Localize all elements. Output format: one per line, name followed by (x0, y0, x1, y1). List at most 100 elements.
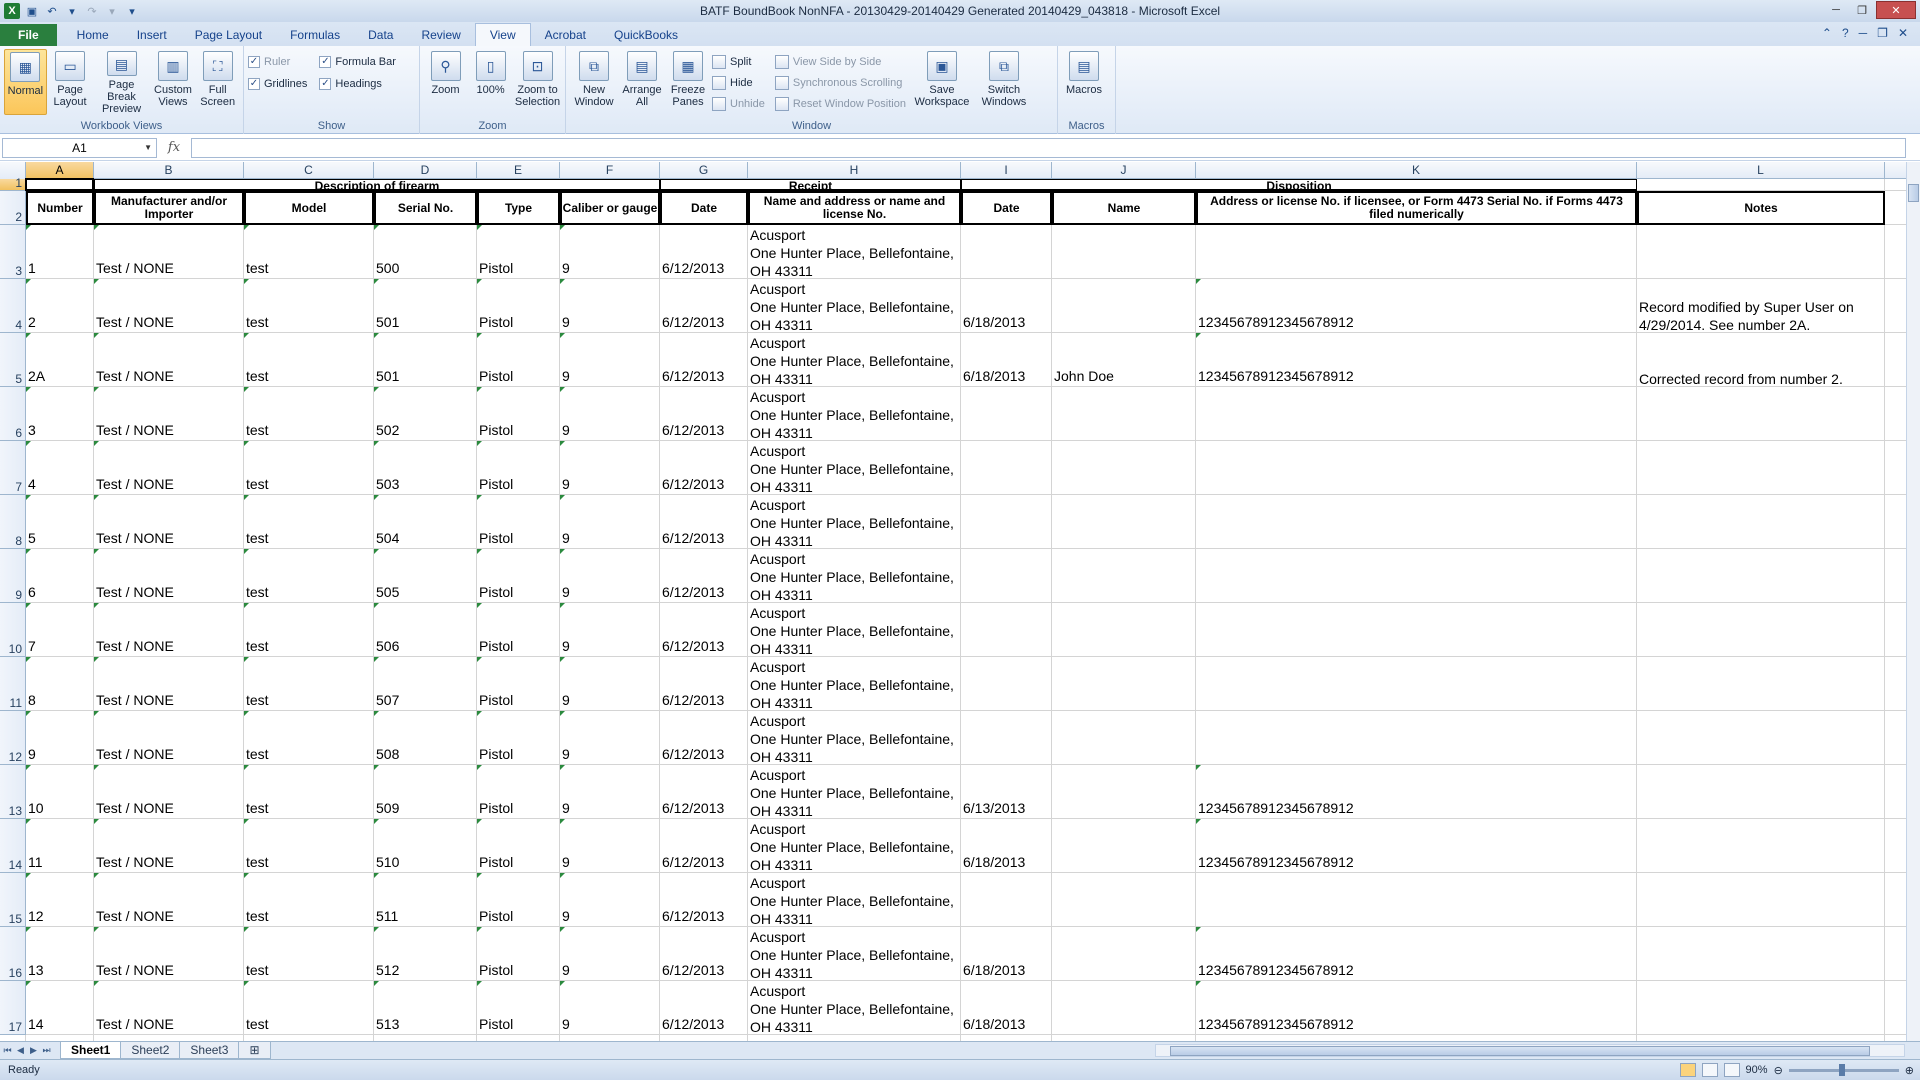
row-header-2[interactable]: 2 (0, 191, 26, 225)
cell-j5[interactable]: John Doe (1052, 367, 1196, 385)
cell-k14[interactable]: 12345678912345678912 (1196, 853, 1637, 871)
restore-icon[interactable]: ❐ (1850, 1, 1874, 19)
cell-d10[interactable]: 506 (374, 637, 477, 655)
cell-b5[interactable]: Test / NONE (94, 367, 244, 385)
cell-l4-line2[interactable]: 4/29/2014. See number 2A. (1637, 316, 1885, 334)
cell-f10[interactable]: 9 (560, 637, 660, 655)
cell-a15[interactable]: 12 (26, 907, 94, 925)
cell-b11[interactable]: Test / NONE (94, 691, 244, 709)
close-icon[interactable]: ✕ (1876, 1, 1916, 19)
cell-a6[interactable]: 3 (26, 421, 94, 439)
cell-h15-line1[interactable]: Acusport (748, 874, 961, 892)
cell-h8-line3[interactable]: OH 43311 (748, 532, 961, 550)
cell-h10-line2[interactable]: One Hunter Place, Bellefontaine, (748, 622, 961, 640)
worksheet-grid[interactable]: ABCDEFGHIJKL 1 2 Description of firearm Rec… (0, 162, 1906, 1041)
cell-e10[interactable]: Pistol (477, 637, 560, 655)
cell-h5-line2[interactable]: One Hunter Place, Bellefontaine, (748, 352, 961, 370)
cell-d12[interactable]: 508 (374, 745, 477, 763)
zoom-out-icon[interactable]: ⊖ (1774, 1064, 1783, 1077)
cell-a3[interactable]: 1 (26, 259, 94, 277)
cell-h11-line1[interactable]: Acusport (748, 658, 961, 676)
cell-h7-line3[interactable]: OH 43311 (748, 478, 961, 496)
cell-h14-line3[interactable]: OH 43311 (748, 856, 961, 874)
macros-button[interactable]: ▤ Macros (1062, 49, 1106, 115)
cell-h15-line2[interactable]: One Hunter Place, Bellefontaine, (748, 892, 961, 910)
row-header-14[interactable]: 14 (0, 819, 26, 873)
redo-icon[interactable]: ↷ (84, 3, 100, 19)
help-icon[interactable]: ? (1842, 26, 1849, 40)
formula-input[interactable] (191, 137, 1906, 158)
name-box-dropdown-icon[interactable]: ▼ (144, 143, 152, 152)
cell-h14-line2[interactable]: One Hunter Place, Bellefontaine, (748, 838, 961, 856)
cell-a9[interactable]: 6 (26, 583, 94, 601)
cell-h11-line3[interactable]: OH 43311 (748, 694, 961, 712)
synchronous-scrolling-button[interactable]: Synchronous Scrolling (774, 74, 906, 92)
arrange-all-button[interactable]: ▤ Arrange All (620, 49, 664, 115)
cell-a7[interactable]: 4 (26, 475, 94, 493)
cell-d17[interactable]: 513 (374, 1015, 477, 1033)
prev-sheet-icon[interactable]: ◀ (15, 1045, 26, 1056)
zoom-slider[interactable] (1788, 1063, 1899, 1076)
cell-a8[interactable]: 5 (26, 529, 94, 547)
cell-d7[interactable]: 503 (374, 475, 477, 493)
page-break-preview-button[interactable]: ▤ Page Break Preview (93, 49, 149, 115)
cell-g7[interactable]: 6/12/2013 (660, 475, 748, 493)
cell-b7[interactable]: Test / NONE (94, 475, 244, 493)
first-sheet-icon[interactable]: ⏮ (2, 1045, 13, 1056)
tab-view[interactable]: View (474, 23, 531, 46)
formula-bar-checkbox[interactable]: ✓ Formula Bar (319, 53, 396, 71)
cell-c4[interactable]: test (244, 313, 374, 331)
column-header-a[interactable]: A (26, 162, 94, 179)
cell-h4-line3[interactable]: OH 43311 (748, 316, 961, 334)
cell-f8[interactable]: 9 (560, 529, 660, 547)
sheet-tab-sheet3[interactable]: Sheet3 (179, 1042, 240, 1059)
cell-e6[interactable]: Pistol (477, 421, 560, 439)
cell-f15[interactable]: 9 (560, 907, 660, 925)
row-header-9[interactable]: 9 (0, 549, 26, 603)
cell-k16[interactable]: 12345678912345678912 (1196, 961, 1637, 979)
cell-h13-line3[interactable]: OH 43311 (748, 802, 961, 820)
cell-h4-line2[interactable]: One Hunter Place, Bellefontaine, (748, 298, 961, 316)
column-header-j[interactable]: J (1052, 162, 1196, 179)
selected-cell-a1[interactable] (25, 178, 94, 191)
cell-e13[interactable]: Pistol (477, 799, 560, 817)
sheet-tab-sheet2[interactable]: Sheet2 (120, 1042, 181, 1059)
column-header-k[interactable]: K (1196, 162, 1637, 179)
cell-h12-line1[interactable]: Acusport (748, 712, 961, 730)
cell-g6[interactable]: 6/12/2013 (660, 421, 748, 439)
row-header-10[interactable]: 10 (0, 603, 26, 657)
row-header-17[interactable]: 17 (0, 981, 26, 1035)
cell-h6-line1[interactable]: Acusport (748, 388, 961, 406)
cell-a5[interactable]: 2A (26, 367, 94, 385)
cell-h14-line1[interactable]: Acusport (748, 820, 961, 838)
cell-h3-line2[interactable]: One Hunter Place, Bellefontaine, (748, 244, 961, 262)
cell-l4-line1[interactable]: Record modified by Super User on (1637, 298, 1885, 316)
cell-f3[interactable]: 9 (560, 259, 660, 277)
cell-c8[interactable]: test (244, 529, 374, 547)
insert-sheet-icon[interactable]: ⊞ (238, 1042, 271, 1059)
cell-e9[interactable]: Pistol (477, 583, 560, 601)
minimize-icon[interactable]: ─ (1824, 1, 1848, 19)
cell-h12-line2[interactable]: One Hunter Place, Bellefontaine, (748, 730, 961, 748)
cell-h9-line1[interactable]: Acusport (748, 550, 961, 568)
cell-b13[interactable]: Test / NONE (94, 799, 244, 817)
split-button[interactable]: Split (712, 53, 765, 71)
cell-g17[interactable]: 6/12/2013 (660, 1015, 748, 1033)
cell-a12[interactable]: 9 (26, 745, 94, 763)
cell-h5-line1[interactable]: Acusport (748, 334, 961, 352)
gridlines-checkbox[interactable]: ✓ Gridlines (248, 75, 307, 93)
undo-icon[interactable]: ↶ (44, 3, 60, 19)
tab-insert[interactable]: Insert (123, 24, 181, 46)
column-header-h[interactable]: H (748, 162, 961, 179)
cell-f16[interactable]: 9 (560, 961, 660, 979)
cell-g3[interactable]: 6/12/2013 (660, 259, 748, 277)
workbook-close-icon[interactable]: ✕ (1898, 26, 1908, 40)
cell-k17[interactable]: 12345678912345678912 (1196, 1015, 1637, 1033)
cell-g14[interactable]: 6/12/2013 (660, 853, 748, 871)
cell-h16-line2[interactable]: One Hunter Place, Bellefontaine, (748, 946, 961, 964)
cell-e4[interactable]: Pistol (477, 313, 560, 331)
cell-h11-line2[interactable]: One Hunter Place, Bellefontaine, (748, 676, 961, 694)
cell-b9[interactable]: Test / NONE (94, 583, 244, 601)
cell-a16[interactable]: 13 (26, 961, 94, 979)
column-header-c[interactable]: C (244, 162, 374, 179)
